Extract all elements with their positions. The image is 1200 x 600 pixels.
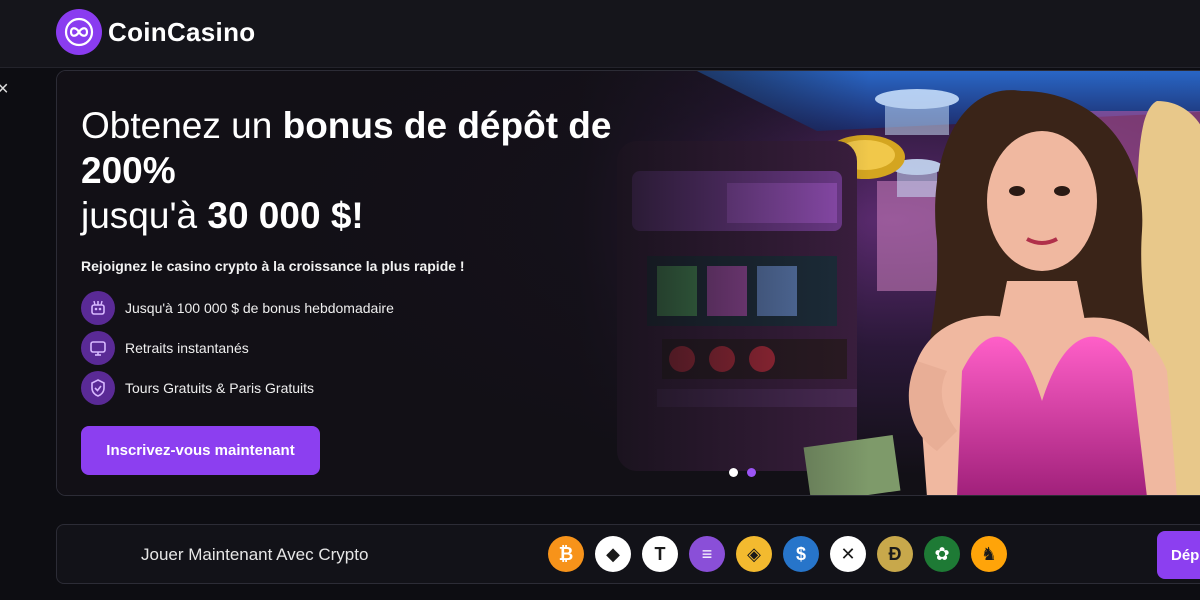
shield-icon [81, 371, 115, 405]
ethereum-icon[interactable]: ◆ [595, 536, 631, 572]
usdc-icon[interactable]: $ [783, 536, 819, 572]
top-bar: CoinCasino [0, 0, 1200, 68]
robot-icon [81, 291, 115, 325]
coincasino-logo-icon [56, 9, 102, 55]
brand-logo[interactable]: CoinCasino [56, 9, 255, 55]
hero-banner: Obtenez un bonus de dépôt de 200% jusqu'… [56, 70, 1200, 496]
feature-weekly-bonus: Jusqu'à 100 000 $ de bonus hebdomadaire [81, 288, 701, 328]
carousel-dot[interactable] [729, 468, 738, 477]
carousel-dot-active[interactable] [747, 468, 756, 477]
feature-list: Jusqu'à 100 000 $ de bonus hebdomadaire … [81, 288, 701, 408]
feature-free-spins: Tours Gratuits & Paris Gratuits [81, 368, 701, 408]
headline-part1: Obtenez un [81, 105, 283, 146]
feature-label: Retraits instantanés [125, 340, 249, 356]
rose-token-icon[interactable]: ✿ [924, 536, 960, 572]
headline-amount: 30 000 $! [207, 195, 364, 236]
signup-button[interactable]: Inscrivez-vous maintenant [81, 426, 320, 475]
monitor-icon [81, 331, 115, 365]
feature-label: Tours Gratuits & Paris Gratuits [125, 380, 315, 396]
bitcoin-icon[interactable]: ₿ [548, 536, 584, 572]
brand-name: CoinCasino [108, 16, 256, 47]
shiba-icon[interactable]: ♞ [971, 536, 1007, 572]
tether-icon[interactable]: T [642, 536, 678, 572]
close-icon[interactable]: × [0, 78, 9, 101]
deposit-button[interactable]: Dépôt [1157, 531, 1200, 579]
feature-label: Jusqu'à 100 000 $ de bonus hebdomadaire [125, 300, 394, 316]
hero-tagline: Rejoignez le casino crypto à la croissan… [81, 258, 465, 274]
feature-instant-withdrawals: Retraits instantanés [81, 328, 701, 368]
bnb-icon[interactable]: ◈ [736, 536, 772, 572]
xrp-icon[interactable]: ✕ [830, 536, 866, 572]
crypto-bar: Jouer Maintenant Avec Crypto ₿ ◆ T ≡ ◈ $ ✕ Ð ✿ ♞ … [56, 524, 1200, 584]
crypto-label: Jouer Maintenant Avec Crypto [141, 545, 369, 564]
carousel-dots [729, 468, 756, 477]
hero-copy: Obtenez un bonus de dépôt de 200% jusqu'… [81, 103, 701, 408]
headline-part2: jusqu'à [81, 195, 208, 236]
solana-icon[interactable]: ≡ [689, 536, 725, 572]
dogecoin-icon[interactable]: Ð [877, 536, 913, 572]
hero-headline: Obtenez un bonus de dépôt de 200% jusqu'… [81, 103, 701, 238]
crypto-coin-list: ₿ ◆ T ≡ ◈ $ ✕ Ð ✿ ♞ [548, 536, 1007, 572]
